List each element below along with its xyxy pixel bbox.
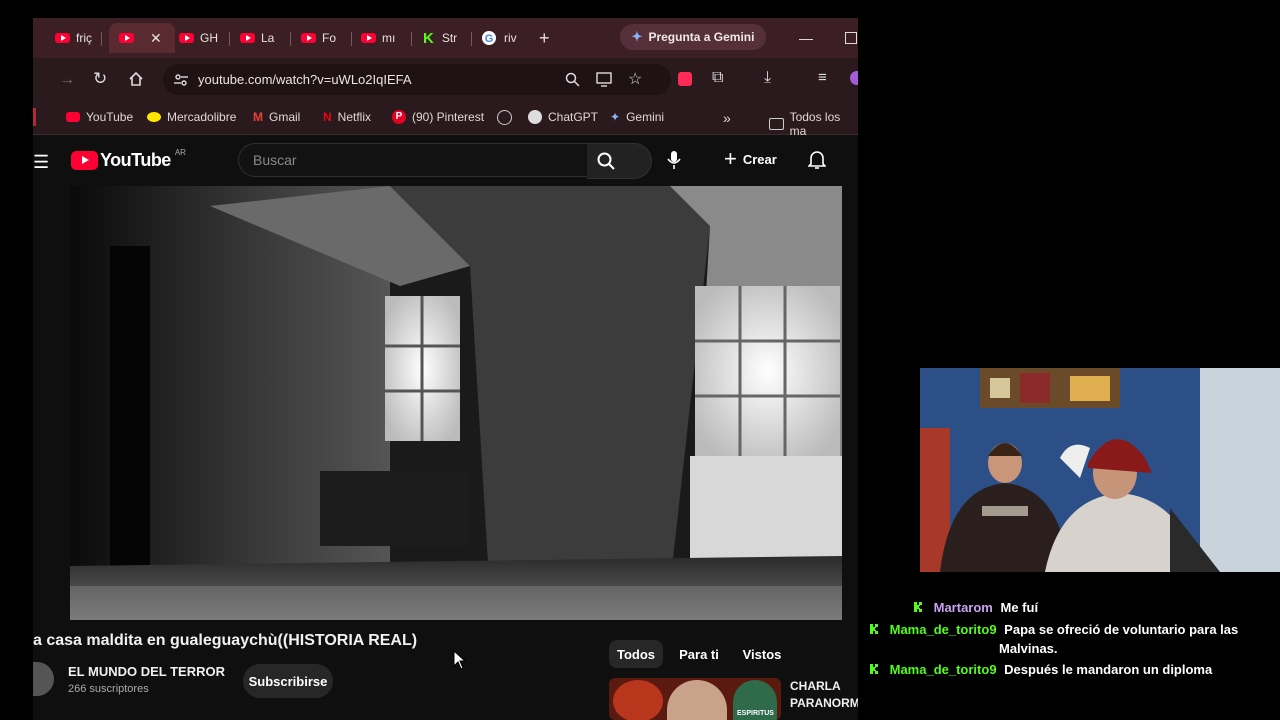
- site-settings-icon[interactable]: [173, 72, 189, 88]
- suggested-title-line1[interactable]: CHARLA: [790, 679, 841, 693]
- youtube-icon: [301, 33, 316, 43]
- youtube-icon: [179, 33, 194, 43]
- extension-red-icon[interactable]: [678, 72, 692, 86]
- bookmark-edge: [33, 108, 36, 126]
- tab-6[interactable]: mı: [361, 25, 395, 51]
- youtube-icon: [66, 112, 80, 122]
- channel-avatar[interactable]: [33, 662, 54, 696]
- pinterest-icon: P: [392, 110, 406, 124]
- menu-hamburger-icon[interactable]: ☰: [33, 152, 49, 173]
- chat-message-3: Mama_de_torito9 Después le mandaron un d…: [870, 660, 1212, 679]
- tab-active[interactable]: ✕: [109, 23, 175, 53]
- tab-1[interactable]: friç: [55, 25, 92, 51]
- create-button[interactable]: + Crear: [724, 146, 777, 171]
- bookmark-star-icon[interactable]: ☆: [628, 69, 642, 89]
- forward-icon[interactable]: →: [59, 71, 75, 89]
- gemini-icon: ✦: [610, 110, 621, 124]
- extensions-puzzle-icon[interactable]: ⧉: [712, 69, 723, 87]
- youtube-header: ☰ YouTube AR Buscar + Crear: [33, 136, 858, 186]
- globe-icon: [497, 110, 512, 125]
- gemini-button[interactable]: ✦ Pregunta a Gemini: [620, 24, 766, 50]
- chat-message-2: Mama_de_torito9 Papa se ofreció de volun…: [870, 620, 1238, 639]
- chatgpt-icon: [528, 110, 542, 124]
- chat-message-2-cont: Malvinas.: [999, 641, 1058, 656]
- video-player[interactable]: [70, 186, 842, 620]
- chip-vistos[interactable]: Vistos: [733, 640, 791, 668]
- gemini-icon: ✦: [631, 29, 643, 44]
- bookmark-folder[interactable]: Todos los ma: [769, 110, 858, 138]
- new-tab-button[interactable]: +: [539, 25, 550, 51]
- netflix-icon: N: [323, 110, 332, 124]
- minimize-button[interactable]: —: [799, 25, 813, 51]
- kick-icon: [870, 624, 878, 634]
- youtube-play-icon: [71, 151, 98, 170]
- youtube-icon: [240, 33, 255, 43]
- subscriber-count: 266 suscriptores: [68, 683, 149, 695]
- channel-name[interactable]: EL MUNDO DEL TERROR: [68, 664, 225, 679]
- bookmark-gemini[interactable]: ✦ Gemini: [610, 110, 664, 124]
- bookmarks-bar: YouTube Mercadolibre M Gmail N Netflix P (9…: [33, 102, 858, 138]
- kick-icon: [870, 664, 878, 674]
- webcam-image: [920, 368, 1280, 572]
- bookmark-youtube[interactable]: YouTube: [66, 110, 133, 124]
- plus-icon: +: [724, 146, 737, 171]
- chat-message-1: Martarom Me fuí: [914, 598, 1038, 617]
- google-icon: G: [482, 31, 496, 45]
- zoom-icon[interactable]: [565, 72, 580, 87]
- tab-bar: friç ✕ GH La Fo mı K Str G riv + ✦ Pregun…: [33, 18, 858, 58]
- webcam-feed: [920, 368, 1280, 572]
- video-title: a casa maldita en gualeguaychù((HISTORIA…: [33, 632, 418, 649]
- gmail-icon: M: [253, 110, 263, 124]
- install-app-icon[interactable]: [596, 72, 612, 87]
- search-icon: [597, 152, 615, 170]
- maximize-button[interactable]: [845, 32, 857, 44]
- kick-icon: [914, 602, 922, 612]
- mouse-cursor-icon: [453, 650, 467, 670]
- omnibox[interactable]: youtube.com/watch?v=uWLo2IqIEFA ☆: [163, 64, 671, 95]
- bookmark-gmail[interactable]: M Gmail: [253, 110, 300, 124]
- youtube-icon: [55, 33, 70, 43]
- bookmark-mercadolibre[interactable]: Mercadolibre: [147, 110, 236, 124]
- kick-icon: K: [423, 29, 434, 47]
- home-icon[interactable]: [128, 71, 144, 87]
- tab-7[interactable]: K Str: [423, 25, 457, 51]
- youtube-logo[interactable]: YouTube AR: [71, 148, 186, 171]
- search-input[interactable]: Buscar: [238, 143, 588, 177]
- svg-text:G: G: [485, 33, 494, 45]
- chip-para-ti[interactable]: Para ti: [671, 640, 727, 668]
- microphone-icon[interactable]: [667, 150, 681, 170]
- video-frame: [70, 186, 842, 620]
- suggested-thumbnail[interactable]: ESPIRITUS: [609, 678, 781, 720]
- close-tab-icon[interactable]: ✕: [150, 30, 162, 47]
- profile-avatar[interactable]: [850, 71, 858, 85]
- tab-5[interactable]: Fo: [301, 25, 336, 51]
- address-bar-row: → ↻ youtube.com/watch?v=uWLo2IqIEFA ☆ ⧉ …: [33, 58, 858, 102]
- folder-icon: [769, 118, 784, 130]
- youtube-icon: [361, 33, 376, 43]
- bookmark-globe[interactable]: [497, 110, 512, 125]
- url-text: youtube.com/watch?v=uWLo2IqIEFA: [198, 72, 412, 87]
- bookmark-netflix[interactable]: N Netflix: [323, 110, 371, 124]
- download-icon[interactable]: ⤓: [764, 69, 771, 87]
- youtube-icon: [119, 33, 134, 43]
- bookmark-chatgpt[interactable]: ChatGPT: [528, 110, 598, 124]
- bookmarks-overflow-icon[interactable]: »: [723, 110, 731, 126]
- tab-3[interactable]: GH: [179, 25, 218, 51]
- tab-4[interactable]: La: [240, 25, 274, 51]
- notifications-bell-icon[interactable]: [808, 150, 826, 170]
- media-control-icon[interactable]: ≡: [818, 69, 827, 86]
- search-button[interactable]: [587, 143, 652, 179]
- chip-todos[interactable]: Todos: [609, 640, 663, 668]
- tab-8[interactable]: G riv: [481, 25, 517, 51]
- suggested-title-line2[interactable]: PARANORM: [790, 696, 858, 710]
- reload-icon[interactable]: ↻: [93, 69, 107, 89]
- browser-window: friç ✕ GH La Fo mı K Str G riv + ✦ Pregun…: [33, 18, 858, 720]
- subscribe-button[interactable]: Subscribirse: [243, 664, 333, 698]
- mercadolibre-icon: [147, 112, 161, 122]
- bookmark-pinterest[interactable]: P (90) Pinterest: [392, 110, 484, 124]
